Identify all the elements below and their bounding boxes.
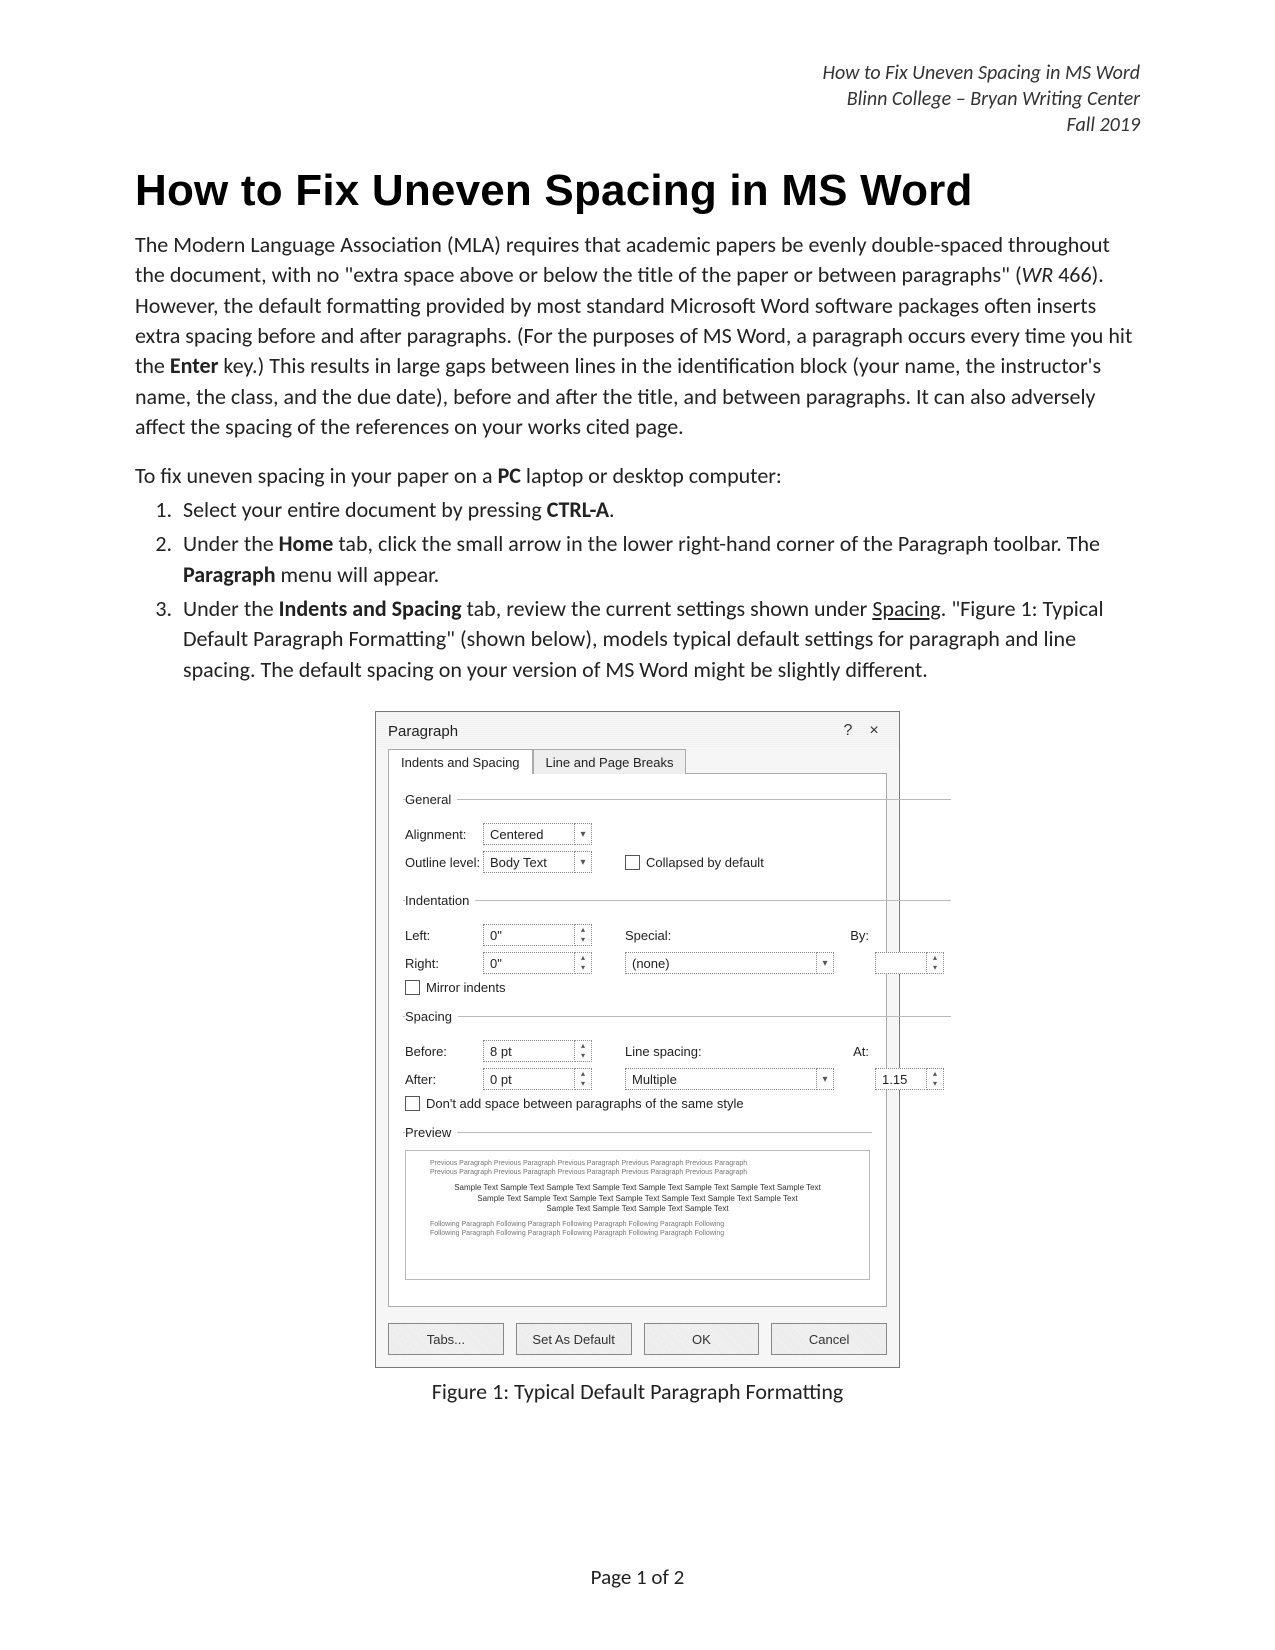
before-input[interactable]: 8 pt [483, 1040, 575, 1062]
intro-paragraph-2: To fix uneven spacing in your paper on a… [135, 461, 1140, 491]
at-label: At: [839, 1044, 875, 1059]
chevron-down-icon[interactable]: ▾ [816, 952, 834, 974]
outline-label: Outline level: [405, 855, 483, 870]
by-spinner[interactable]: ▴▾ [926, 952, 944, 974]
paragraph-dialog: Paragraph ? × Indents and Spacing Line a… [375, 711, 900, 1368]
page-title: How to Fix Uneven Spacing in MS Word [135, 166, 1140, 216]
left-spinner[interactable]: ▴▾ [574, 924, 592, 946]
by-label: By: [839, 928, 875, 943]
collapsed-checkbox[interactable] [625, 855, 640, 870]
special-label: Special: [625, 928, 725, 943]
right-spinner[interactable]: ▴▾ [574, 952, 592, 974]
tab-line-page-breaks[interactable]: Line and Page Breaks [533, 749, 687, 774]
step-2: Under the Home tab, click the small arro… [177, 529, 1140, 590]
spacing-section: Spacing Before: 8 pt ▴▾ Line spacing: At… [403, 1009, 951, 1111]
dialog-title: Paragraph [388, 723, 835, 740]
chevron-down-icon[interactable]: ▾ [574, 823, 592, 845]
before-label: Before: [405, 1044, 483, 1059]
outline-combo[interactable]: Body Text [483, 851, 575, 873]
cancel-button[interactable]: Cancel [771, 1323, 887, 1355]
line-spacing-label: Line spacing: [625, 1044, 725, 1059]
header-line-2: Blinn College – Bryan Writing Center [135, 86, 1140, 112]
preview-box: Previous Paragraph Previous Paragraph Pr… [405, 1150, 870, 1280]
left-input[interactable]: 0" [483, 924, 575, 946]
intro-paragraph-1: The Modern Language Association (MLA) re… [135, 230, 1140, 443]
right-input[interactable]: 0" [483, 952, 575, 974]
page-footer: Page 1 of 2 [0, 1564, 1275, 1590]
figure-caption: Figure 1: Typical Default Paragraph Form… [135, 1378, 1140, 1405]
close-icon[interactable]: × [861, 722, 887, 740]
header-line-1: How to Fix Uneven Spacing in MS Word [135, 60, 1140, 86]
preview-section: Preview Previous Paragraph Previous Para… [403, 1125, 872, 1280]
running-header: How to Fix Uneven Spacing in MS Word Bli… [135, 60, 1140, 138]
set-default-button[interactable]: Set As Default [516, 1323, 632, 1355]
steps-list: Select your entire document by pressing … [135, 495, 1140, 685]
mirror-label: Mirror indents [426, 980, 505, 995]
left-label: Left: [405, 928, 483, 943]
before-spinner[interactable]: ▴▾ [574, 1040, 592, 1062]
after-input[interactable]: 0 pt [483, 1068, 575, 1090]
dialog-titlebar: Paragraph ? × [376, 712, 899, 748]
alignment-combo[interactable]: Centered [483, 823, 575, 845]
header-line-3: Fall 2019 [135, 112, 1140, 138]
general-section: General Alignment: Centered ▾ Outline le… [403, 792, 951, 879]
chevron-down-icon[interactable]: ▾ [816, 1068, 834, 1090]
collapsed-label: Collapsed by default [646, 855, 764, 870]
no-add-space-checkbox[interactable] [405, 1096, 420, 1111]
special-combo[interactable]: (none) [625, 952, 817, 974]
mirror-checkbox[interactable] [405, 980, 420, 995]
tab-indents-spacing[interactable]: Indents and Spacing [388, 749, 533, 774]
alignment-label: Alignment: [405, 827, 483, 842]
chevron-down-icon[interactable]: ▾ [574, 851, 592, 873]
tabs-button[interactable]: Tabs... [388, 1323, 504, 1355]
step-3: Under the Indents and Spacing tab, revie… [177, 594, 1140, 685]
right-label: Right: [405, 956, 483, 971]
step-1: Select your entire document by pressing … [177, 495, 1140, 525]
no-add-space-label: Don't add space between paragraphs of th… [426, 1096, 744, 1111]
after-spinner[interactable]: ▴▾ [574, 1068, 592, 1090]
indentation-section: Indentation Left: 0" ▴▾ Special: By: Rig… [403, 893, 951, 995]
by-input[interactable] [875, 952, 927, 974]
ok-button[interactable]: OK [644, 1323, 760, 1355]
after-label: After: [405, 1072, 483, 1087]
line-spacing-combo[interactable]: Multiple [625, 1068, 817, 1090]
help-icon[interactable]: ? [835, 722, 861, 740]
at-input[interactable]: 1.15 [875, 1068, 927, 1090]
at-spinner[interactable]: ▴▾ [926, 1068, 944, 1090]
